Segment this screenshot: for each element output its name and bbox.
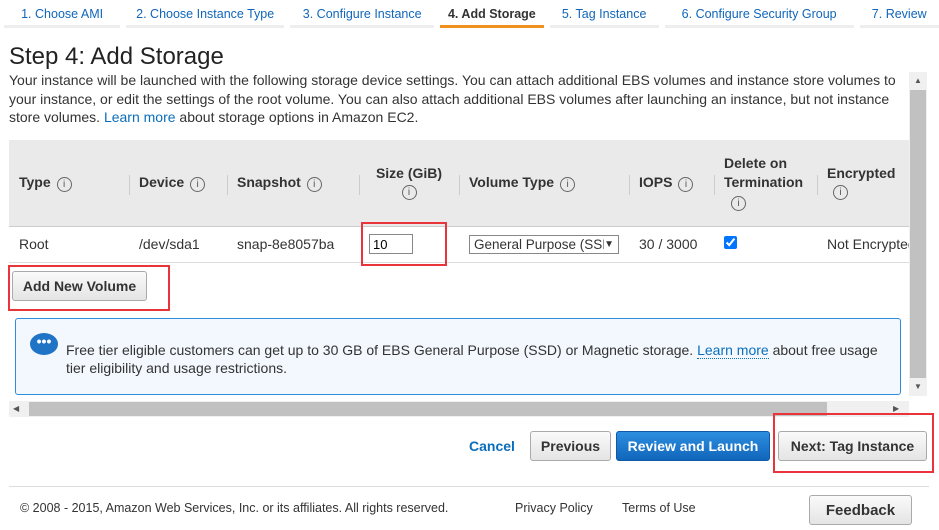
- free-tier-learn-more-link[interactable]: Learn more: [697, 342, 769, 359]
- learn-more-link[interactable]: Learn more: [104, 109, 176, 125]
- free-tier-info: ••• Free tier eligible customers can get…: [15, 318, 901, 395]
- volume-type-select[interactable]: General Purpose (SSD) ▼: [469, 234, 619, 254]
- table-row: Root /dev/sda1 snap-8e8057ba General Pur…: [9, 225, 909, 263]
- tab-configure-instance[interactable]: 3. Configure Instance: [290, 0, 435, 28]
- scroll-down-icon[interactable]: ▼: [914, 382, 922, 391]
- cell-volume-type: General Purpose (SSD) ▼: [459, 225, 629, 263]
- page-description: Your instance will be launched with the …: [9, 71, 904, 127]
- cancel-link[interactable]: Cancel: [469, 438, 515, 454]
- review-and-launch-button[interactable]: Review and Launch: [616, 431, 770, 461]
- scroll-left-icon[interactable]: ◀: [13, 404, 19, 413]
- dropdown-arrow-icon: ▼: [604, 238, 614, 250]
- col-size: Size (GiB) i: [359, 140, 459, 226]
- cell-device: /dev/sda1: [129, 225, 227, 263]
- vertical-scrollbar[interactable]: ▲ ▼: [909, 72, 927, 396]
- tab-review[interactable]: 7. Review: [859, 0, 939, 28]
- col-delete-on-termination: Delete on Termination i: [714, 140, 817, 226]
- wizard-tabs: 1. Choose AMI 2. Choose Instance Type 3.…: [4, 0, 939, 28]
- col-volume-type: Volume Type i: [459, 140, 629, 226]
- tab-choose-instance-type[interactable]: 2. Choose Instance Type: [126, 0, 285, 28]
- cell-delete-on-termination: [714, 225, 817, 263]
- scroll-thumb[interactable]: [910, 90, 926, 378]
- delete-on-termination-checkbox[interactable]: [724, 236, 737, 249]
- info-icon[interactable]: i: [560, 176, 576, 192]
- chat-bubble-icon: •••: [30, 333, 58, 355]
- tab-tag-instance[interactable]: 5. Tag Instance: [549, 0, 659, 28]
- cell-type: Root: [9, 225, 129, 263]
- previous-button[interactable]: Previous: [530, 431, 611, 461]
- terms-of-use-link[interactable]: Terms of Use: [622, 501, 696, 515]
- page-title: Step 4: Add Storage: [9, 43, 224, 70]
- info-icon[interactable]: i: [678, 176, 694, 192]
- highlight-box: [361, 222, 447, 266]
- info-icon[interactable]: i: [833, 185, 848, 201]
- info-icon[interactable]: i: [190, 176, 206, 192]
- col-device: Device i: [129, 140, 227, 226]
- highlight-box: [773, 413, 934, 473]
- storage-table: Type i Device i Snapshot i Size (GiB) i Volu…: [9, 140, 909, 263]
- cell-snapshot: snap-8e8057ba: [227, 225, 359, 263]
- info-text: Free tier eligible customers can get up …: [66, 342, 878, 376]
- privacy-policy-link[interactable]: Privacy Policy: [515, 501, 593, 515]
- tab-add-storage[interactable]: 4. Add Storage: [440, 0, 544, 28]
- copyright: © 2008 - 2015, Amazon Web Services, Inc.…: [20, 501, 449, 515]
- feedback-button[interactable]: Feedback: [809, 495, 912, 525]
- cell-iops: 30 / 3000: [629, 225, 714, 263]
- highlight-box: [8, 265, 170, 311]
- col-encrypted: Encrypted i: [817, 140, 909, 226]
- divider: [9, 486, 929, 487]
- scroll-thumb[interactable]: [29, 402, 827, 416]
- table-header: Type i Device i Snapshot i Size (GiB) i Volu…: [9, 140, 909, 226]
- col-iops: IOPS i: [629, 140, 714, 226]
- scroll-up-icon[interactable]: ▲: [914, 76, 922, 85]
- info-icon[interactable]: i: [401, 185, 417, 201]
- col-type: Type i: [9, 140, 129, 226]
- desc-text-after: about storage options in Amazon EC2.: [175, 109, 419, 125]
- tab-choose-ami[interactable]: 1. Choose AMI: [4, 0, 121, 28]
- info-icon[interactable]: i: [731, 196, 746, 212]
- tab-configure-security-group[interactable]: 6. Configure Security Group: [664, 0, 854, 28]
- info-icon[interactable]: i: [56, 176, 72, 192]
- cell-encrypted: Not Encrypted: [817, 225, 909, 263]
- col-snapshot: Snapshot i: [227, 140, 359, 226]
- info-icon[interactable]: i: [306, 176, 322, 192]
- scroll-right-icon[interactable]: ▶: [893, 404, 899, 413]
